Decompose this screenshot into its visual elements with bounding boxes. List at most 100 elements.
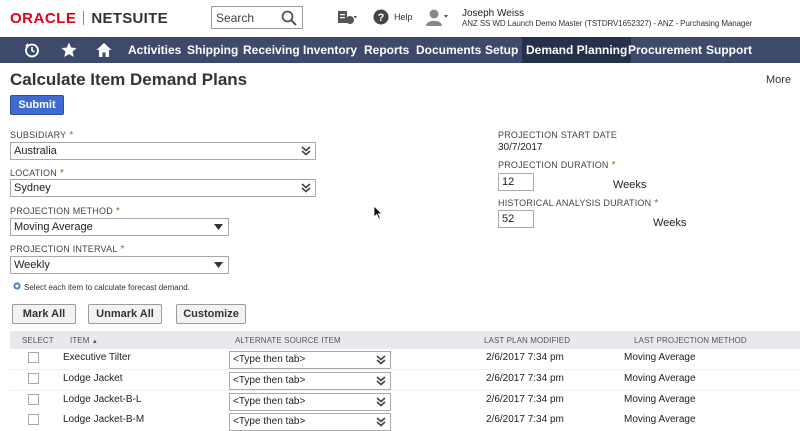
- subsidiary-value: Australia: [14, 145, 57, 157]
- chevron-double-down-icon[interactable]: [301, 183, 311, 193]
- star-icon[interactable]: [61, 42, 77, 58]
- item-name[interactable]: Lodge Jacket-B-M: [63, 414, 144, 425]
- required-marker: *: [654, 198, 659, 209]
- last-projection-method: Moving Average: [624, 373, 696, 384]
- chevron-double-down-icon[interactable]: [376, 417, 386, 427]
- item-name[interactable]: Lodge Jacket-B-L: [63, 394, 141, 405]
- projection-start-date-label: Projection Start Date: [498, 130, 618, 140]
- column-header-last-plan-modified[interactable]: Last Plan Modified: [484, 336, 570, 345]
- last-plan-modified: 2/6/2017 7:34 pm: [486, 373, 564, 384]
- subsidiary-label: Subsidiary *: [10, 130, 74, 141]
- home-icon[interactable]: [96, 42, 112, 58]
- historical-analysis-duration-input[interactable]: 52: [498, 210, 534, 228]
- recent-records-icon[interactable]: [24, 42, 40, 58]
- more-link[interactable]: More: [766, 74, 791, 86]
- projection-duration-label: Projection Duration *: [498, 160, 616, 171]
- last-plan-modified: 2/6/2017 7:34 pm: [486, 414, 564, 425]
- last-projection-method: Moving Average: [624, 414, 696, 425]
- unmark-all-button[interactable]: Unmark All: [88, 304, 162, 324]
- nav-reports[interactable]: Reports: [360, 37, 413, 63]
- last-plan-modified: 2/6/2017 7:34 pm: [486, 352, 564, 363]
- projection-method-label: Projection Method *: [10, 206, 120, 217]
- column-header-select[interactable]: Select: [22, 336, 54, 345]
- page-title: Calculate Item Demand Plans: [10, 70, 248, 89]
- alternate-source-value: <Type then tab>: [233, 375, 306, 386]
- last-plan-modified: 2/6/2017 7:34 pm: [486, 394, 564, 405]
- select-checkbox[interactable]: [28, 373, 39, 384]
- nav-shipping[interactable]: Shipping: [183, 37, 242, 63]
- select-checkbox[interactable]: [28, 394, 39, 405]
- logo-oracle-text: ORACLE: [10, 9, 77, 27]
- info-icon: [13, 282, 21, 290]
- alternate-source-select[interactable]: <Type then tab>: [229, 393, 391, 411]
- main-nav: Activities Shipping Receiving Inventory …: [0, 37, 800, 63]
- projection-interval-value: Weekly: [14, 259, 50, 271]
- sort-ascending-icon: ▲: [91, 339, 98, 345]
- projection-duration-input[interactable]: 12: [498, 173, 534, 191]
- historical-analysis-duration-label: Historical Analysis Duration *: [498, 198, 659, 209]
- user-name[interactable]: Joseph Weiss: [462, 9, 524, 19]
- table-row: Executive Tilter <Type then tab> 2/6/201…: [10, 349, 800, 370]
- chevron-double-down-icon[interactable]: [376, 376, 386, 386]
- user-avatar-icon[interactable]: [425, 8, 449, 26]
- logo-netsuite-text: NETSUITE: [91, 9, 168, 27]
- column-header-last-projection-method[interactable]: Last Projection Method: [634, 336, 747, 345]
- chevron-double-down-icon[interactable]: [301, 146, 311, 156]
- caret-down-icon[interactable]: [214, 224, 223, 230]
- user-role[interactable]: ANZ SS WD Launch Demo Master (TSTDRV1652…: [462, 19, 752, 28]
- column-header-alternate-source-item[interactable]: Alternate Source Item: [235, 336, 341, 345]
- column-header-item[interactable]: Item ▲: [70, 336, 98, 345]
- table-row: Lodge Jacket-B-L <Type then tab> 2/6/201…: [10, 391, 800, 412]
- required-marker: *: [120, 244, 125, 255]
- mouse-cursor-icon: [373, 205, 383, 220]
- projection-method-select[interactable]: Moving Average: [10, 218, 229, 236]
- create-new-icon[interactable]: [336, 9, 358, 27]
- item-name[interactable]: Executive Tilter: [63, 352, 131, 363]
- nav-procurement[interactable]: Procurement: [624, 37, 706, 63]
- nav-documents[interactable]: Documents: [412, 37, 485, 63]
- nav-support[interactable]: Support: [702, 37, 756, 63]
- alternate-source-select[interactable]: <Type then tab>: [229, 372, 391, 390]
- required-marker: *: [115, 206, 120, 217]
- item-name[interactable]: Lodge Jacket: [63, 373, 123, 384]
- last-projection-method: Moving Average: [624, 394, 696, 405]
- alternate-source-select[interactable]: <Type then tab>: [229, 351, 391, 369]
- location-select[interactable]: Sydney: [10, 179, 316, 197]
- submit-button[interactable]: Submit: [10, 95, 64, 115]
- search-input[interactable]: [216, 10, 282, 26]
- nav-demand-planning[interactable]: Demand Planning: [522, 37, 632, 63]
- logo-divider: [83, 11, 85, 25]
- help-icon[interactable]: ?: [373, 9, 389, 25]
- historical-analysis-duration-unit: Weeks: [653, 217, 687, 229]
- select-checkbox[interactable]: [28, 352, 39, 363]
- customize-button[interactable]: Customize: [176, 304, 246, 324]
- nav-inventory[interactable]: Inventory: [299, 37, 361, 63]
- projection-start-date-value: 30/7/2017: [498, 142, 543, 153]
- help-link[interactable]: Help: [394, 12, 413, 22]
- alternate-source-value: <Type then tab>: [233, 416, 306, 427]
- select-checkbox[interactable]: [28, 414, 39, 425]
- mark-all-button[interactable]: Mark All: [12, 304, 76, 324]
- caret-down-icon[interactable]: [214, 262, 223, 268]
- nav-activities[interactable]: Activities: [124, 37, 185, 63]
- global-search[interactable]: [211, 6, 303, 29]
- required-marker: *: [59, 168, 65, 179]
- chevron-double-down-icon[interactable]: [376, 397, 386, 407]
- alternate-source-value: <Type then tab>: [233, 396, 306, 407]
- nav-receiving[interactable]: Receiving: [239, 37, 304, 63]
- search-icon[interactable]: [280, 9, 298, 27]
- netsuite-logo[interactable]: ORACLE NETSUITE: [10, 9, 168, 27]
- chevron-double-down-icon[interactable]: [376, 355, 386, 365]
- last-projection-method: Moving Average: [624, 352, 696, 363]
- alternate-source-select[interactable]: <Type then tab>: [229, 413, 391, 431]
- projection-interval-select[interactable]: Weekly: [10, 256, 229, 274]
- projection-duration-unit: Weeks: [613, 179, 647, 191]
- table-header: Select Item ▲ Alternate Source Item Last…: [10, 331, 800, 349]
- subsidiary-select[interactable]: Australia: [10, 142, 316, 160]
- nav-setup[interactable]: Setup: [481, 37, 522, 63]
- location-value: Sydney: [14, 182, 51, 194]
- alternate-source-value: <Type then tab>: [233, 354, 306, 365]
- required-marker: *: [69, 130, 74, 141]
- location-label: Location *: [10, 168, 65, 179]
- projection-method-value: Moving Average: [14, 221, 93, 233]
